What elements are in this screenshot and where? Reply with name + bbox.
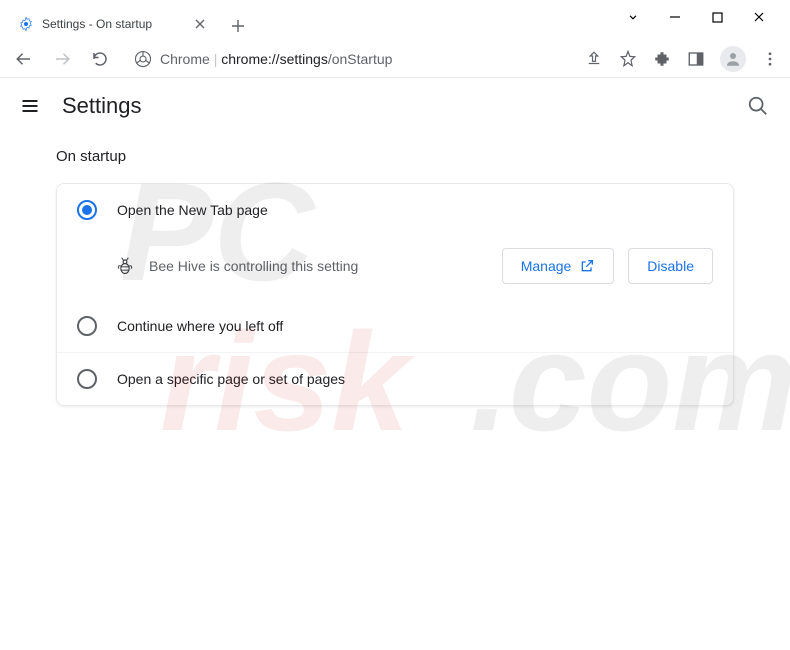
omnibox-text: Chrome | chrome://settings/onStartup [160,51,392,67]
omnibox-scheme: Chrome [160,51,210,67]
maximize-button[interactable] [710,10,724,24]
disable-button[interactable]: Disable [628,248,713,284]
browser-toolbar: Chrome | chrome://settings/onStartup [0,40,790,78]
page-title: Settings [62,93,724,119]
window-controls [626,0,790,34]
sidepanel-icon[interactable] [686,49,706,69]
radio-selected-icon[interactable] [77,200,97,220]
reload-button[interactable] [86,45,114,73]
section-title: On startup [56,148,734,165]
manage-button-label: Manage [521,258,572,274]
minimize-button[interactable] [668,10,682,24]
chrome-product-icon [134,50,152,68]
option-label: Continue where you left off [117,318,283,334]
extension-controlled-notice: Bee Hive is controlling this setting Man… [57,236,733,300]
settings-content: On startup Open the New Tab page Bee Hiv… [0,134,790,420]
omnibox-path: /onStartup [328,51,393,67]
option-label: Open a specific page or set of pages [117,371,345,387]
radio-unselected-icon[interactable] [77,316,97,336]
settings-header: Settings [0,78,790,134]
manage-button[interactable]: Manage [502,248,615,284]
share-icon[interactable] [584,49,604,69]
option-label: Open the New Tab page [117,202,268,218]
tab-title: Settings - On startup [42,17,184,31]
omnibox[interactable]: Chrome | chrome://settings/onStartup [124,44,566,74]
tab-close-icon[interactable] [192,16,208,32]
profile-avatar[interactable] [720,46,746,72]
external-link-icon [579,258,595,274]
search-icon[interactable] [746,94,770,118]
controlled-message: Bee Hive is controlling this setting [149,258,488,274]
option-specific-page[interactable]: Open a specific page or set of pages [57,352,733,405]
menu-icon[interactable] [760,49,780,69]
radio-unselected-icon[interactable] [77,369,97,389]
browser-tab[interactable]: Settings - On startup [8,8,218,40]
option-continue[interactable]: Continue where you left off [57,300,733,352]
new-tab-button[interactable] [224,12,252,40]
option-open-new-tab[interactable]: Open the New Tab page [57,184,733,236]
bee-extension-icon [115,256,135,276]
disable-button-label: Disable [647,258,694,274]
settings-favicon-icon [18,16,34,32]
forward-button[interactable] [48,45,76,73]
close-button[interactable] [752,10,766,24]
chevron-down-icon[interactable] [626,10,640,24]
bookmark-icon[interactable] [618,49,638,69]
back-button[interactable] [10,45,38,73]
hamburger-icon[interactable] [20,96,40,116]
toolbar-actions [576,46,780,72]
extensions-icon[interactable] [652,49,672,69]
omnibox-origin: chrome://settings [221,51,328,67]
startup-card: Open the New Tab page Bee Hive is contro… [56,183,734,406]
